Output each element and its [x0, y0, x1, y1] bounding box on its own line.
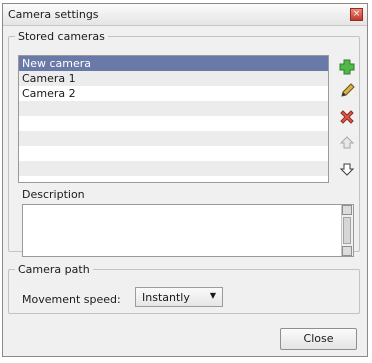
camera-list-empty-row: [19, 161, 328, 176]
delete-camera-button[interactable]: [338, 108, 356, 126]
window-title: Camera settings: [8, 8, 99, 21]
edit-camera-button[interactable]: [338, 82, 356, 100]
camera-list-empty-row: [19, 146, 328, 161]
camera-list-empty-row: [19, 131, 328, 146]
camera-list-item[interactable]: Camera 1: [19, 71, 328, 86]
pencil-icon: [341, 83, 355, 97]
camera-list-item[interactable]: New camera: [19, 56, 328, 71]
scroll-up-arrow[interactable]: [342, 205, 352, 215]
move-up-button[interactable]: [338, 134, 356, 152]
stored-cameras-legend: Stored cameras: [18, 30, 105, 43]
movement-speed-label: Movement speed:: [22, 293, 121, 306]
description-field[interactable]: [22, 204, 354, 257]
movement-speed-value: Instantly: [142, 291, 190, 304]
description-label: Description: [22, 188, 85, 201]
window-close-button[interactable]: ×: [350, 8, 363, 21]
movement-speed-select[interactable]: Instantly ▼: [135, 287, 223, 307]
camera-list-item[interactable]: Camera 2: [19, 86, 328, 101]
scroll-down-arrow[interactable]: [342, 246, 352, 256]
close-button[interactable]: Close: [280, 328, 357, 350]
title-bar[interactable]: Camera settings ×: [3, 4, 367, 26]
description-scrollbar[interactable]: [341, 205, 353, 256]
chevron-down-icon: ▼: [209, 291, 216, 300]
arrow-up-icon: [339, 136, 355, 149]
camera-list-empty-row: [19, 116, 328, 131]
camera-list-empty-row: [19, 101, 328, 116]
scroll-thumb[interactable]: [343, 217, 351, 244]
delete-x-icon: [340, 110, 354, 124]
move-down-button[interactable]: [338, 160, 356, 178]
add-camera-button[interactable]: [338, 58, 356, 76]
arrow-down-icon: [339, 163, 355, 176]
camera-list[interactable]: New camera Camera 1 Camera 2: [18, 55, 329, 183]
plus-icon: [339, 59, 355, 75]
camera-path-legend: Camera path: [18, 263, 90, 276]
